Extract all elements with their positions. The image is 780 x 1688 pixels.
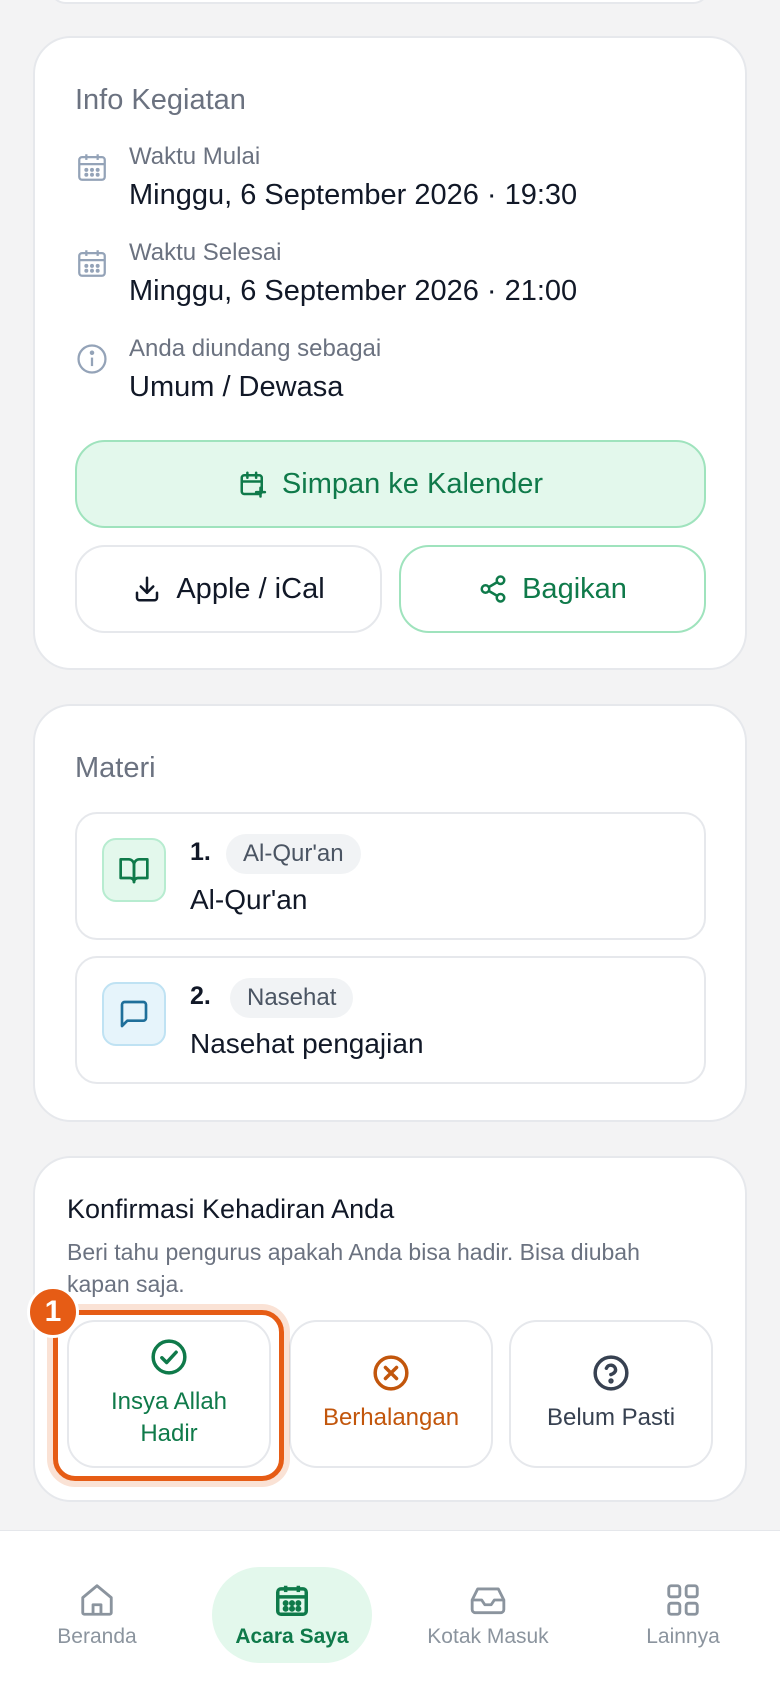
x-circle-icon (373, 1355, 409, 1391)
save-to-calendar-label: Simpan ke Kalender (281, 467, 544, 500)
nav-item-home[interactable]: Beranda (12, 1567, 182, 1663)
rsvp-absent-label: Berhalangan (322, 1404, 460, 1431)
nav-label: Acara Saya (235, 1625, 349, 1648)
rsvp-title: Konfirmasi Kehadiran Anda (67, 1194, 395, 1224)
book-open-icon (102, 838, 166, 902)
invited-as-label: Anda diundang sebagai (129, 335, 382, 362)
materi-tag: Nasehat (230, 978, 354, 1018)
message-square-icon (102, 982, 166, 1046)
materi-number: 2. (190, 982, 211, 1010)
share-button[interactable]: Bagikan (399, 545, 706, 633)
nav-item-more[interactable]: Lainnya (598, 1567, 768, 1663)
materi-card: Materi 1. Al-Qur'an Al-Qur'an 2. Nasehat… (33, 704, 747, 1122)
info-title: Info Kegiatan (75, 84, 246, 116)
start-time-row: Waktu Mulai Minggu, 6 September 2026 · 1… (75, 142, 577, 214)
home-icon (81, 1584, 113, 1616)
calendar-icon (78, 250, 106, 277)
bottom-nav: Beranda Acara Saya Kotak Masuk Lainnya (0, 1530, 780, 1688)
nav-label: Beranda (57, 1625, 137, 1648)
start-time-label: Waktu Mulai (129, 143, 261, 170)
nav-item-inbox[interactable]: Kotak Masuk (402, 1567, 574, 1663)
rsvp-subtitle: Beri tahu pengurus apakah Anda bisa hadi… (67, 1239, 640, 1297)
materi-title-text: Nasehat pengajian (190, 1028, 424, 1059)
end-time-value: Minggu, 6 September 2026 · 21:00 (129, 275, 578, 307)
calendar-plus-icon (240, 471, 267, 498)
materi-title: Materi (75, 752, 156, 784)
inbox-icon (470, 1587, 506, 1615)
previous-card-edge (49, 0, 710, 4)
rsvp-unsure-button[interactable]: Belum Pasti (509, 1320, 713, 1468)
calendar-icon (78, 154, 106, 181)
rsvp-unsure-label: Belum Pasti (546, 1404, 676, 1431)
end-time-row: Waktu Selesai Minggu, 6 September 2026 ·… (75, 238, 577, 310)
nav-label: Lainnya (646, 1625, 720, 1648)
rsvp-absent-button[interactable]: Berhalangan (289, 1320, 493, 1468)
save-to-calendar-button[interactable]: Simpan ke Kalender (75, 440, 706, 528)
nav-label: Kotak Masuk (427, 1625, 549, 1648)
invited-as-row: Anda diundang sebagai Umum / Dewasa (75, 334, 381, 406)
apple-ical-button[interactable]: Apple / iCal (75, 545, 382, 633)
materi-title-text: Al-Qur'an (190, 884, 308, 915)
info-icon (77, 344, 107, 374)
start-time-value: Minggu, 6 September 2026 · 19:30 (129, 179, 578, 211)
materi-tag: Al-Qur'an (226, 834, 361, 874)
share-label: Bagikan (522, 572, 627, 605)
highlight-box (53, 1310, 284, 1481)
calendar-icon (276, 1585, 308, 1616)
list-item[interactable]: 1. Al-Qur'an Al-Qur'an (75, 812, 706, 940)
end-time-label: Waktu Selesai (129, 239, 282, 266)
help-circle-icon (593, 1355, 629, 1391)
step-marker-badge: 1 (27, 1286, 79, 1338)
info-card: Info Kegiatan Waktu Mulai Minggu, 6 Sept… (33, 36, 747, 670)
nav-item-my-events[interactable]: Acara Saya (212, 1567, 372, 1663)
list-item[interactable]: 2. Nasehat Nasehat pengajian (75, 956, 706, 1084)
download-icon (136, 576, 159, 602)
materi-number: 1. (190, 838, 211, 866)
grid-icon (667, 1584, 699, 1616)
apple-ical-label: Apple / iCal (176, 572, 325, 605)
invited-as-value: Umum / Dewasa (129, 371, 344, 403)
share-icon (480, 575, 506, 603)
